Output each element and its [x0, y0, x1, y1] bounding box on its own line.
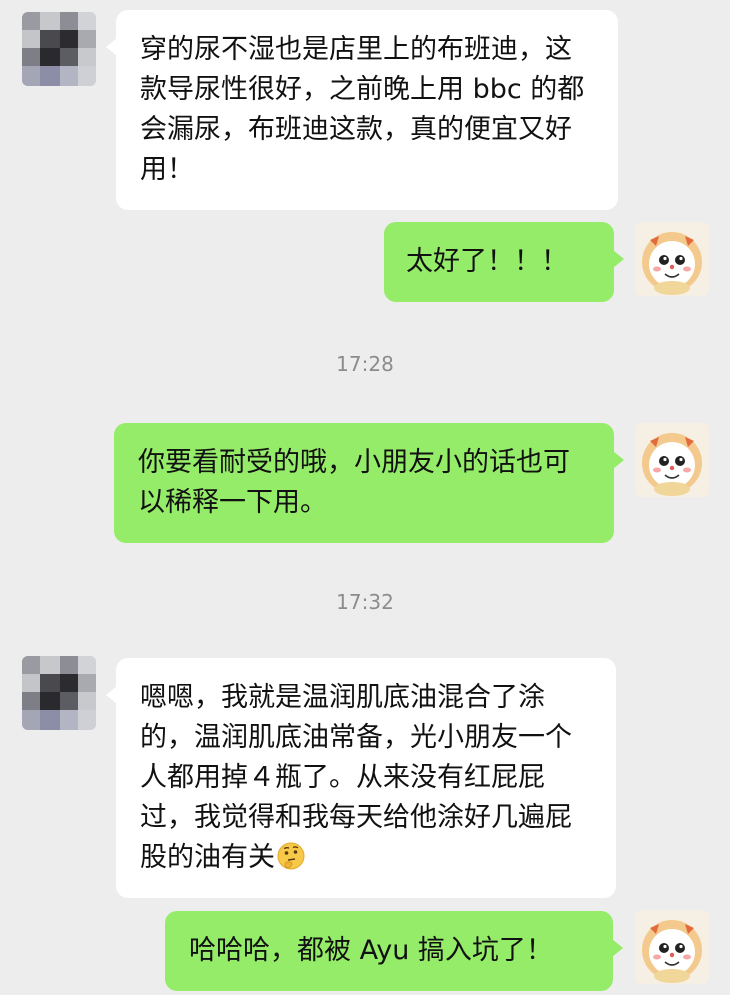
pixelated-avatar-icon [22, 12, 96, 86]
thinking-face-emoji-icon [276, 841, 306, 871]
cartoon-character-avatar-icon [635, 222, 709, 296]
pixelated-avatar-icon [22, 656, 96, 730]
incoming-message-bubble[interactable]: 穿的尿不湿也是店里上的布班迪，这款导尿性很好，之前晚上用 bbc 的都会漏尿，布… [106, 10, 618, 210]
message-text: 嗯嗯，我就是温润肌底油混合了涂的，温润肌底油常备，光小朋友一个人都用掉４瓶了。从… [140, 682, 572, 873]
message-text: 哈哈哈，都被 Ayu 搞入坑了！ [189, 935, 553, 966]
contact-avatar[interactable] [22, 12, 96, 86]
outgoing-message-bubble[interactable]: 你要看耐受的哦，小朋友小的话也可以稀释一下用。 [114, 423, 624, 543]
cartoon-character-avatar-icon [635, 423, 709, 497]
user-avatar[interactable] [635, 423, 709, 497]
cartoon-character-avatar-icon [635, 910, 709, 984]
timestamp: 17:28 [336, 352, 394, 376]
message-text: 太好了！！！ [406, 246, 568, 277]
outgoing-message-bubble[interactable]: 哈哈哈，都被 Ayu 搞入坑了！ [165, 911, 623, 991]
outgoing-message-bubble[interactable]: 太好了！！！ [384, 222, 624, 302]
incoming-message-bubble[interactable]: 嗯嗯，我就是温润肌底油混合了涂的，温润肌底油常备，光小朋友一个人都用掉４瓶了。从… [106, 658, 616, 898]
timestamp: 17:32 [336, 590, 394, 614]
contact-avatar[interactable] [22, 656, 96, 730]
user-avatar[interactable] [635, 222, 709, 296]
message-text: 你要看耐受的哦，小朋友小的话也可以稀释一下用。 [138, 447, 570, 518]
message-text: 穿的尿不湿也是店里上的布班迪，这款导尿性很好，之前晚上用 bbc 的都会漏尿，布… [140, 34, 585, 185]
user-avatar[interactable] [635, 910, 709, 984]
